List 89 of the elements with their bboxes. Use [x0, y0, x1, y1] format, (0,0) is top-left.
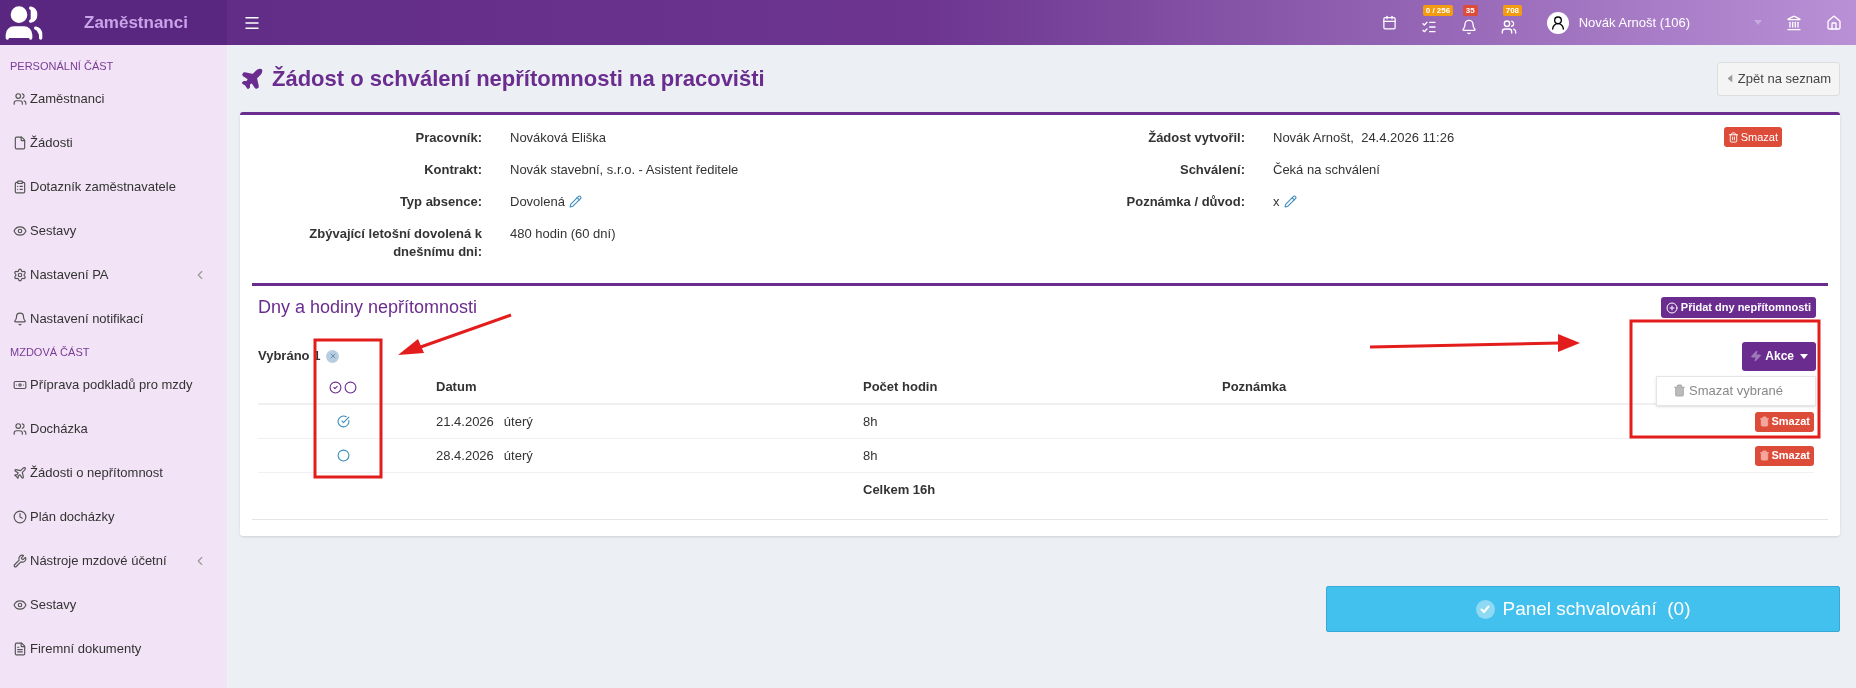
field-label: Schválení:	[1178, 161, 1245, 179]
field-value: Novák Arnošt, 24.4.2026 11:26	[1273, 129, 1455, 147]
weekday-cell-text: úterý	[503, 446, 533, 465]
field-value: x	[1273, 193, 1280, 211]
people-icon[interactable]	[1500, 18, 1517, 35]
select-all-icon[interactable]	[329, 380, 342, 394]
people-icon	[13, 422, 27, 436]
section-heading: PERSONÁLNÍ ČÁST	[9, 59, 115, 74]
caret-icon	[1727, 74, 1733, 83]
field-value: Novák stavební, s.r.o. - Asistent ředitele	[510, 161, 739, 179]
field-label: Žádost vytvořil:	[1147, 129, 1245, 147]
field-label: Pracovník:	[414, 129, 482, 147]
delete-button[interactable]: Smazat	[1723, 127, 1782, 147]
clock-icon	[13, 510, 27, 524]
caret-icon	[1800, 353, 1808, 359]
check-icon	[1475, 599, 1495, 619]
sidebar-item[interactable]: Nastavení notifikací	[0, 297, 227, 341]
sidebar-item[interactable]: Sestavy	[0, 209, 227, 253]
gears-icon	[13, 268, 27, 282]
sidebar-item[interactable]: Dotazník zaměstnavatele	[0, 165, 227, 209]
eye-icon	[13, 598, 27, 612]
delete-button[interactable]: Smazat	[1755, 411, 1814, 432]
section-title: Dny a hodiny nepřítomnosti	[258, 296, 479, 319]
bell-icon	[13, 312, 27, 326]
field-label: Poznámka / důvod:	[1125, 193, 1245, 211]
pencil-icon[interactable]	[1283, 195, 1297, 208]
trash-icon	[1759, 416, 1771, 427]
field-value: Čeká na schválení	[1273, 161, 1380, 179]
trash-icon	[1759, 450, 1771, 461]
count-badge: 0 / 256	[1422, 4, 1454, 16]
weekday-cell-text: úterý	[503, 412, 533, 431]
hours-cell-text: 8h	[862, 446, 879, 465]
bank-icon[interactable]	[1786, 14, 1802, 31]
sidebar-item[interactable]: Nástroje mzdové účetní	[0, 539, 227, 583]
count-badge: 35	[1462, 4, 1478, 16]
actions-button[interactable]: Akce	[1742, 341, 1816, 371]
sidebar-item[interactable]: Nastavení PA	[0, 253, 227, 297]
hours-cell-text: 8h	[862, 412, 879, 431]
back-button[interactable]: Zpět na seznam	[1716, 61, 1840, 96]
banknote-icon	[13, 378, 27, 392]
sidebar-item[interactable]: Příprava podkladů pro mzdy	[0, 363, 227, 407]
document-icon	[13, 642, 27, 656]
document-icon	[13, 136, 27, 150]
column-header: Datum	[436, 379, 477, 395]
trash-icon	[1673, 384, 1686, 397]
sidebar-item[interactable]: Firemní dokumenty	[0, 627, 227, 671]
date-cell-text: 21.4.2026	[436, 412, 494, 431]
pencil-icon[interactable]	[568, 195, 582, 208]
sidebar-item[interactable]: Žádosti o nepřítomnost	[0, 451, 227, 495]
plane-icon	[240, 66, 264, 91]
wrench-icon	[13, 554, 27, 568]
app-title: Zaměstnanci	[84, 11, 188, 34]
delete-button[interactable]: Smazat	[1755, 445, 1814, 466]
column-header: Poznámka	[1222, 379, 1287, 395]
field-value: Dovolená	[510, 193, 565, 211]
sidebar-item[interactable]: Žádosti	[0, 121, 227, 165]
page-title: Žádost o schválení nepřítomnosti na pracovišti	[272, 65, 766, 93]
sidebar-item[interactable]: Docházka	[0, 407, 227, 451]
home-icon[interactable]	[1826, 14, 1842, 31]
calendar-icon[interactable]	[1381, 15, 1397, 30]
deselect-all-icon[interactable]	[344, 380, 357, 394]
caret-icon	[1754, 20, 1762, 25]
clipboard-icon	[13, 180, 27, 194]
count-badge: 708	[1502, 4, 1523, 16]
avatar[interactable]	[1546, 11, 1569, 34]
people-icon	[13, 92, 27, 106]
field-label: Kontrakt:	[423, 161, 482, 179]
column-header: Počet hodin	[863, 379, 938, 395]
clear-selection-button[interactable]	[326, 349, 340, 363]
field-value: 480 hodin (60 dní)	[510, 225, 616, 243]
sidebar-item[interactable]: Plán docházky	[0, 495, 227, 539]
date-cell-text: 28.4.2026	[436, 446, 494, 465]
section-heading: MZDOVÁ ČÁST	[9, 345, 91, 360]
lightning-icon	[1750, 350, 1763, 362]
close-icon	[328, 352, 337, 360]
bell-icon[interactable]	[1460, 18, 1477, 35]
row-checkbox[interactable]	[336, 415, 350, 428]
total-hours: Celkem 16h	[862, 481, 937, 500]
sidebar-item[interactable]: Sestavy	[0, 583, 227, 627]
eye-icon	[13, 224, 27, 238]
add-days-button[interactable]: Přidat dny nepřítomnosti	[1660, 297, 1816, 318]
field-value: Nováková Eliška	[510, 129, 607, 147]
plus-icon	[1665, 301, 1678, 314]
sidebar-item[interactable]: Zaměstnanci	[0, 77, 227, 121]
plane-icon	[13, 466, 27, 480]
trash-icon	[1727, 131, 1739, 143]
row-checkbox[interactable]	[336, 449, 350, 462]
field-label: Zbývající letošní dovolená k dnešnímu dni:	[308, 225, 482, 261]
field-label: Typ absence:	[398, 193, 482, 211]
